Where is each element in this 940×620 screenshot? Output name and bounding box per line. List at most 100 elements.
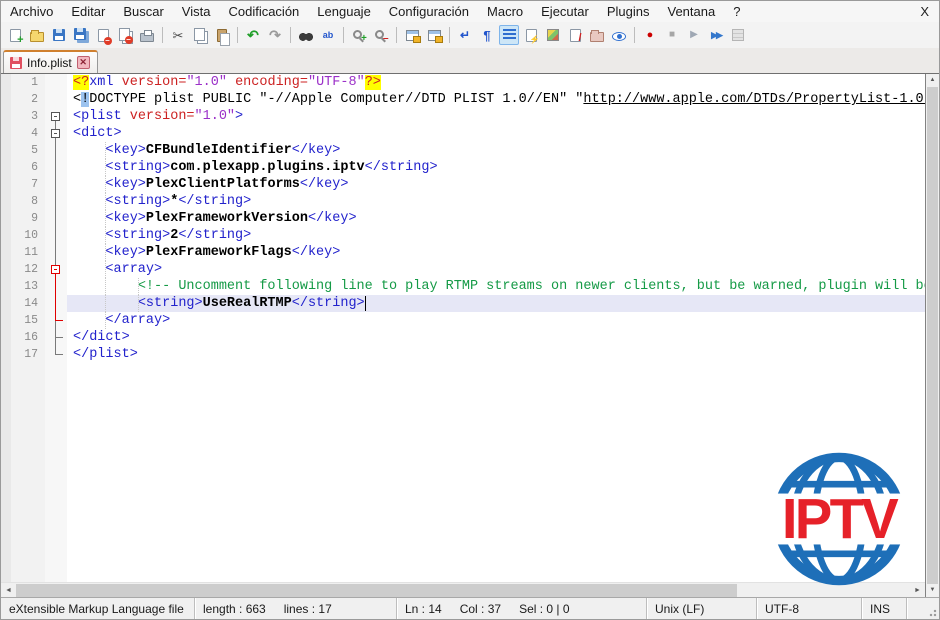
redo-button[interactable]: ↷ [265,25,285,45]
scroll-down-icon[interactable]: ▼ [926,584,939,597]
line-number-14: 14 [11,295,45,312]
editor-row-11: 11 <key>PlexFrameworkFlags</key> [1,244,925,261]
save-button[interactable] [49,25,69,45]
fold-margin-cell[interactable] [45,261,67,278]
fold-collapse-icon-active[interactable] [51,265,60,274]
undo-button[interactable]: ↶ [243,25,263,45]
menu-item-macro[interactable]: Macro [478,2,532,21]
sync-vertical-button[interactable] [402,25,422,45]
toolbar-separator [396,27,397,43]
code-line-13[interactable]: <!-- Uncomment following line to play RT… [67,278,925,295]
new-file-button[interactable] [5,25,25,45]
open-file-button[interactable] [27,25,47,45]
menu-item-lenguaje[interactable]: Lenguaje [308,2,380,21]
word-wrap-button[interactable]: ↵ [455,25,475,45]
function-list-icon [526,29,537,42]
editor-row-12: 12 <array> [1,261,925,278]
tab-label: Info.plist [27,56,72,70]
show-indent-guide-button[interactable] [499,25,519,45]
folder-as-workspace-icon [590,32,604,42]
bookmark-margin-cell [1,295,11,312]
replace-button[interactable]: ab [318,25,338,45]
menu-item-plugins[interactable]: Plugins [598,2,659,21]
close-all-icon [119,28,130,41]
menu-item-codificacin[interactable]: Codificación [219,2,308,21]
find-button[interactable] [296,25,316,45]
menu-item-ventana[interactable]: Ventana [658,2,724,21]
bookmark-margin-cell [1,91,11,108]
horizontal-scroll-thumb[interactable] [16,584,737,597]
show-indent-guide-icon [503,29,516,41]
fold-collapse-icon[interactable] [51,112,60,121]
code-line-17[interactable]: </plist> [67,346,925,363]
vertical-scrollbar[interactable]: ▲ ▼ [926,74,939,597]
fold-margin-cell[interactable] [45,125,67,142]
code-line-14[interactable]: <string>UseRealRTMP</string> [67,295,925,312]
toolbar-separator [449,27,450,43]
code-line-4[interactable]: <dict> [67,125,925,142]
function-list-button[interactable] [521,25,541,45]
macro-save-button[interactable] [728,25,748,45]
paste-button[interactable] [212,25,232,45]
code-line-1[interactable]: <?xml version="1.0" encoding="UTF-8"?> [67,74,925,91]
fold-margin-cell [45,210,67,227]
fold-collapse-icon[interactable] [51,129,60,138]
menu-item-archivo[interactable]: Archivo [1,2,62,21]
code-line-16[interactable]: </dict> [67,329,925,346]
code-line-2[interactable]: <!DOCTYPE plist PUBLIC "-//Apple Compute… [67,91,925,108]
editor-main: 1<?xml version="1.0" encoding="UTF-8"?>2… [1,74,926,597]
document-map-button[interactable] [543,25,563,45]
resize-grip[interactable] [906,598,939,619]
close-button[interactable] [93,25,113,45]
macro-record-button[interactable]: ● [640,25,660,45]
menu-item-vista[interactable]: Vista [173,2,220,21]
tab-close-icon[interactable]: ✕ [77,56,90,69]
editor-row-4: 4<dict> [1,125,925,142]
scroll-left-icon[interactable]: ◄ [1,583,16,597]
menu-item-editar[interactable]: Editar [62,2,114,21]
code-line-3[interactable]: <plist version="1.0"> [67,108,925,125]
macro-play-button[interactable]: ▶ [684,25,704,45]
code-line-15[interactable]: </array> [67,312,925,329]
code-line-6[interactable]: <string>com.plexapp.plugins.iptv</string… [67,159,925,176]
macro-stop-button[interactable]: ■ [662,25,682,45]
status-insert-mode: INS [861,598,906,619]
copy-button[interactable] [190,25,210,45]
scroll-up-icon[interactable]: ▲ [926,74,939,87]
indent-guide [105,193,106,210]
close-all-button[interactable] [115,25,135,45]
code-line-9[interactable]: <key>PlexFrameworkVersion</key> [67,210,925,227]
tab-info-plist[interactable]: Info.plist ✕ [3,50,98,73]
line-number-1: 1 [11,74,45,91]
fold-margin-cell [45,227,67,244]
menu-item-?[interactable]: ? [724,2,749,21]
zoom-in-button[interactable] [349,25,369,45]
folder-as-workspace-button[interactable] [587,25,607,45]
status-eol-format: Unix (LF) [646,598,756,619]
monitoring-button[interactable] [609,25,629,45]
bookmark-margin-cell [1,346,11,363]
menu-item-ejecutar[interactable]: Ejecutar [532,2,598,21]
show-all-characters-button[interactable]: ¶ [477,25,497,45]
zoom-out-button[interactable] [371,25,391,45]
code-line-8[interactable]: <string>*</string> [67,193,925,210]
code-line-11[interactable]: <key>PlexFrameworkFlags</key> [67,244,925,261]
vertical-scroll-thumb[interactable] [927,87,938,584]
iptv-logo-text: IPTV [782,487,899,550]
sync-horizontal-button[interactable] [424,25,444,45]
macro-run-multiple-button[interactable]: ▶▶ [706,25,726,45]
fold-margin-cell[interactable] [45,108,67,125]
code-line-5[interactable]: <key>CFBundleIdentifier</key> [67,142,925,159]
menu-item-buscar[interactable]: Buscar [114,2,172,21]
code-line-10[interactable]: <string>2</string> [67,227,925,244]
cut-button[interactable]: ✂ [168,25,188,45]
code-line-12[interactable]: <array> [67,261,925,278]
save-all-icon [74,28,86,40]
document-list-button[interactable] [565,25,585,45]
line-number-7: 7 [11,176,45,193]
code-line-7[interactable]: <key>PlexClientPlatforms</key> [67,176,925,193]
window-close-button[interactable]: X [910,3,939,20]
save-all-button[interactable] [71,25,91,45]
print-button[interactable] [137,25,157,45]
menu-item-configuracin[interactable]: Configuración [380,2,478,21]
